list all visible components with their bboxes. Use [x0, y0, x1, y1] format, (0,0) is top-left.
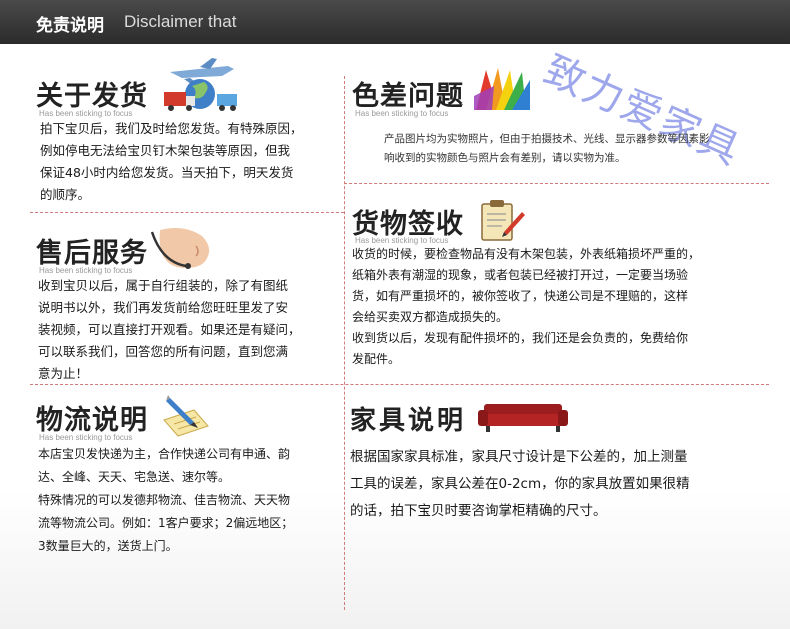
logistics-title: 物流说明 — [36, 405, 148, 436]
aftersale-line: 装视频，可以直接打开观看。如果还是有疑问， — [38, 322, 301, 337]
shipping-title: 关于发货 — [36, 81, 148, 112]
furniture-line: 根据国家家具标准，家具尺寸设计是下公差的，加上测量 — [350, 449, 688, 465]
aftersale-title: 售后服务 — [36, 238, 148, 269]
furniture-title: 家具说明 — [350, 406, 467, 436]
color-palette-icon — [474, 68, 530, 110]
color-text: 产品图片均为实物照片，但由于拍摄技术、光线、显示器参数等因素影 响收到的实物颜色… — [384, 130, 710, 168]
receipt-line: 会给买卖双方都造成损失的。 — [352, 310, 509, 324]
logistics-line: 流等物流公司。例如：1客户要求；2偏远地区； — [38, 516, 294, 530]
receipt-line: 收货的时候，要检查物品有没有木架包装，外表纸箱损坏严重的， — [352, 247, 701, 261]
aftersale-line: 意为止！ — [38, 366, 89, 381]
shipping-subtitle: Has been sticking to focus — [39, 109, 133, 118]
shipping-line: 的顺序。 — [40, 187, 91, 202]
receipt-line: 发配件。 — [352, 352, 401, 366]
aftersale-text: 收到宝贝以后，属于自行组装的，除了有图纸 说明书以外，我们再发货前给您旺旺里发了… — [38, 275, 301, 385]
clipboard-sign-icon — [481, 200, 525, 241]
aftersale-line: 收到宝贝以后，属于自行组装的，除了有图纸 — [38, 278, 289, 293]
header-subtitle: Disclaimer that — [124, 12, 237, 31]
color-subtitle: Has been sticking to focus — [355, 109, 449, 118]
furniture-line: 的话，拍下宝贝时要咨询掌柜精确的尺寸。 — [350, 503, 607, 519]
color-line: 响收到的实物颜色与照片会有差别，请以实物为准。 — [384, 152, 626, 164]
shipping-line: 例如停电无法给宝贝钉木架包装等原因，但我 — [40, 143, 291, 158]
airplane-globe-truck-icon — [164, 58, 237, 111]
sofa-icon — [478, 404, 568, 432]
header-bar: 免责说明 Disclaimer that — [0, 0, 790, 44]
vertical-divider — [344, 76, 345, 610]
furniture-line: 工具的误差，家具公差在0-2cm，你的家具放置如果很精 — [350, 476, 690, 492]
aftersale-line: 可以联系我们，回答您的所有问题，直到您满 — [38, 344, 289, 359]
logistics-line: 达、全峰、天天、宅急送、速尔等。 — [38, 470, 231, 484]
shipping-line: 拍下宝贝后，我们及时给您发货。有特殊原因， — [40, 121, 303, 136]
customer-service-headset-icon — [150, 228, 210, 269]
logistics-subtitle: Has been sticking to focus — [39, 433, 133, 442]
logistics-line: 3数量巨大的，送货上门。 — [38, 539, 178, 553]
furniture-text: 根据国家家具标准，家具尺寸设计是下公差的，加上测量 工具的误差，家具公差在0-2… — [350, 444, 690, 525]
logistics-line: 特殊情况的可以发德邦物流、佳吉物流、天天物 — [38, 493, 291, 507]
pen-writing-icon — [163, 395, 209, 437]
color-line: 产品图片均为实物照片，但由于拍摄技术、光线、显示器参数等因素影 — [384, 133, 710, 145]
logistics-line: 本店宝贝发快递为主，合作快递公司有申通、韵 — [38, 447, 291, 461]
receipt-line: 收到货以后，发现有配件损坏的，我们还是会负责的，免费给你 — [352, 331, 689, 345]
aftersale-line: 说明书以外，我们再发货前给您旺旺里发了安 — [38, 300, 289, 315]
header-title: 免责说明 — [36, 16, 104, 36]
shipping-line: 保证48小时内给您发货。当天拍下，明天发货 — [40, 165, 294, 180]
shipping-text: 拍下宝贝后，我们及时给您发货。有特殊原因， 例如停电无法给宝贝钉木架包装等原因，… — [40, 118, 303, 206]
divider-left-1 — [30, 212, 344, 213]
receipt-line: 货，如有严重损坏的，被你签收了，快递公司是不理赔的，这样 — [352, 289, 689, 303]
receipt-text: 收货的时候，要检查物品有没有木架包装，外表纸箱损坏严重的， 纸箱外表有潮湿的现象… — [352, 244, 700, 370]
logistics-text: 本店宝贝发快递为主，合作快递公司有申通、韵 达、全峰、天天、宅急送、速尔等。 特… — [38, 443, 293, 558]
color-title: 色差问题 — [352, 81, 464, 112]
receipt-line: 纸箱外表有潮湿的现象，或者包装已经被打开过，一定要当场验 — [352, 268, 689, 282]
aftersale-subtitle: Has been sticking to focus — [39, 266, 133, 275]
disclaimer-page: 免责说明 Disclaimer that 致力爱家具 关于发货 Has been… — [0, 0, 790, 629]
